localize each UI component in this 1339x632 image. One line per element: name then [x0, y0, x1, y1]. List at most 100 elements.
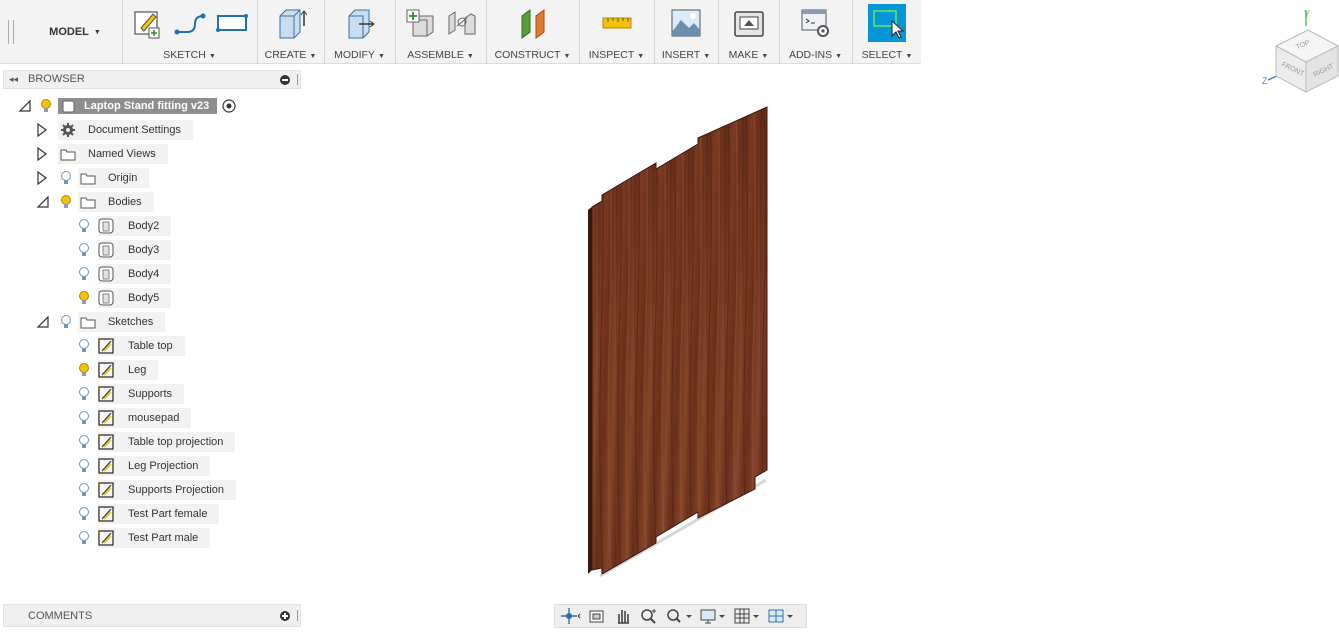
lightbulb-off-icon[interactable] — [78, 219, 90, 233]
select-icon[interactable] — [868, 4, 906, 42]
addins-menu[interactable]: ADD-INS ▼ — [780, 49, 851, 61]
tree-named-views-row[interactable]: Named Views — [36, 143, 168, 165]
lightbulb-off-icon[interactable] — [60, 315, 72, 329]
line-icon[interactable] — [173, 6, 207, 40]
collapsed-triangle-icon[interactable] — [36, 123, 48, 137]
lightbulb-off-icon[interactable] — [78, 435, 90, 449]
minimize-browser-icon[interactable] — [280, 75, 290, 85]
tree-body-row[interactable]: Body3 — [78, 239, 172, 261]
extrude-icon[interactable] — [274, 6, 308, 40]
lightbulb-on-icon[interactable] — [60, 195, 72, 209]
expanded-triangle-icon[interactable] — [36, 195, 50, 209]
lightbulb-on-icon[interactable] — [40, 99, 52, 113]
tree-bodies-row[interactable]: Bodies — [36, 191, 154, 213]
origin-chip[interactable]: Origin — [78, 168, 150, 188]
lightbulb-on-icon[interactable] — [78, 363, 90, 377]
assemble-menu[interactable]: ASSEMBLE ▼ — [396, 49, 485, 61]
sketch-chip[interactable]: Table top projection — [98, 432, 236, 452]
sketches-chip[interactable]: Sketches — [78, 312, 166, 332]
offset-plane-icon[interactable] — [516, 6, 550, 40]
zoom-icon[interactable] — [639, 607, 659, 625]
grid-settings-icon[interactable] — [733, 607, 761, 625]
tree-sketch-row[interactable]: mousepad — [78, 407, 192, 429]
body-chip[interactable]: Body5 — [98, 288, 172, 308]
lightbulb-off-icon[interactable] — [78, 459, 90, 473]
scripts-addins-icon[interactable] — [799, 6, 833, 40]
tree-sketches-row[interactable]: Sketches — [36, 311, 166, 333]
sketch-chip[interactable]: Leg Projection — [98, 456, 211, 476]
lightbulb-off-icon[interactable] — [60, 171, 72, 185]
sketch-chip[interactable]: Test Part female — [98, 504, 220, 524]
look-at-icon[interactable] — [587, 607, 607, 625]
root-component-chip[interactable]: Laptop Stand fitting v23 — [58, 98, 218, 114]
3d-print-icon[interactable] — [732, 6, 766, 40]
lightbulb-off-icon[interactable] — [78, 411, 90, 425]
make-menu[interactable]: MAKE ▼ — [719, 49, 778, 61]
collapsed-triangle-icon[interactable] — [36, 147, 48, 161]
view-cube[interactable]: Y Z TOP FRONT RIGHT — [1260, 6, 1339, 98]
panel-divider-icon[interactable] — [297, 610, 298, 621]
construct-menu[interactable]: CONSTRUCT ▼ — [487, 49, 578, 61]
tree-sketch-row[interactable]: Leg Projection — [78, 455, 211, 477]
body-chip[interactable]: Body3 — [98, 240, 172, 260]
tree-body-row[interactable]: Body5 — [78, 287, 172, 309]
tree-body-row[interactable]: Body2 — [78, 215, 172, 237]
insert-image-icon[interactable] — [669, 6, 703, 40]
bodies-chip[interactable]: Bodies — [78, 192, 154, 212]
lightbulb-off-icon[interactable] — [78, 387, 90, 401]
tree-document-settings-row[interactable]: Document Settings — [36, 119, 193, 141]
create-menu[interactable]: CREATE ▼ — [258, 49, 323, 61]
activate-radio-icon[interactable] — [221, 98, 237, 114]
lightbulb-off-icon[interactable] — [78, 507, 90, 521]
lightbulb-on-icon[interactable] — [78, 291, 90, 305]
tree-origin-row[interactable]: Origin — [36, 167, 150, 189]
zoom-window-icon[interactable] — [665, 607, 693, 625]
sketch-chip[interactable]: Leg — [98, 360, 159, 380]
document-settings-chip[interactable]: Document Settings — [58, 120, 193, 140]
body-chip[interactable]: Body2 — [98, 216, 172, 236]
press-pull-icon[interactable] — [343, 6, 377, 40]
sketch-menu[interactable]: SKETCH ▼ — [123, 49, 256, 61]
orbit-icon[interactable] — [561, 607, 581, 625]
sketch-chip[interactable]: mousepad — [98, 408, 192, 428]
tree-body-row[interactable]: Body4 — [78, 263, 172, 285]
lightbulb-off-icon[interactable] — [78, 531, 90, 545]
tree-sketch-row[interactable]: Supports — [78, 383, 185, 405]
lightbulb-off-icon[interactable] — [78, 267, 90, 281]
sketch-chip[interactable]: Supports — [98, 384, 185, 404]
display-settings-icon[interactable] — [699, 607, 727, 625]
tree-sketch-row[interactable]: Table top — [78, 335, 185, 357]
named-views-chip[interactable]: Named Views — [58, 144, 168, 164]
lightbulb-off-icon[interactable] — [78, 243, 90, 257]
model-viewport-panel[interactable] — [580, 100, 780, 585]
joint-icon[interactable] — [445, 6, 479, 40]
expanded-triangle-icon[interactable] — [36, 315, 50, 329]
panel-divider-icon[interactable] — [297, 74, 298, 85]
expanded-triangle-icon[interactable] — [18, 99, 32, 113]
create-sketch-icon[interactable] — [131, 6, 165, 40]
modify-menu[interactable]: MODIFY ▼ — [325, 49, 394, 61]
tree-sketch-row[interactable]: Leg — [78, 359, 159, 381]
new-component-icon[interactable] — [403, 6, 437, 40]
pan-hand-icon[interactable] — [613, 607, 633, 625]
tree-sketch-row[interactable]: Table top projection — [78, 431, 236, 453]
tree-sketch-row[interactable]: Test Part male — [78, 527, 211, 549]
body-chip[interactable]: Body4 — [98, 264, 172, 284]
workspace-switcher[interactable]: MODEL ▼ — [30, 0, 120, 64]
inspect-menu[interactable]: INSPECT ▼ — [580, 49, 653, 61]
add-comment-icon[interactable] — [280, 611, 290, 621]
collapsed-triangle-icon[interactable] — [36, 171, 48, 185]
rectangle-icon[interactable] — [215, 6, 249, 40]
tree-sketch-row[interactable]: Test Part female — [78, 503, 220, 525]
tree-sketch-row[interactable]: Supports Projection — [78, 479, 236, 501]
sketch-chip[interactable]: Supports Projection — [98, 480, 236, 500]
select-menu[interactable]: SELECT ▼ — [853, 49, 921, 61]
sketch-chip[interactable]: Test Part male — [98, 528, 211, 548]
viewports-icon[interactable] — [767, 607, 795, 625]
toolbar-grip[interactable] — [8, 20, 14, 44]
collapse-panel-icon[interactable]: ◂◂ — [9, 74, 18, 85]
lightbulb-off-icon[interactable] — [78, 339, 90, 353]
lightbulb-off-icon[interactable] — [78, 483, 90, 497]
sketch-chip[interactable]: Table top — [98, 336, 185, 356]
measure-icon[interactable] — [600, 6, 634, 40]
